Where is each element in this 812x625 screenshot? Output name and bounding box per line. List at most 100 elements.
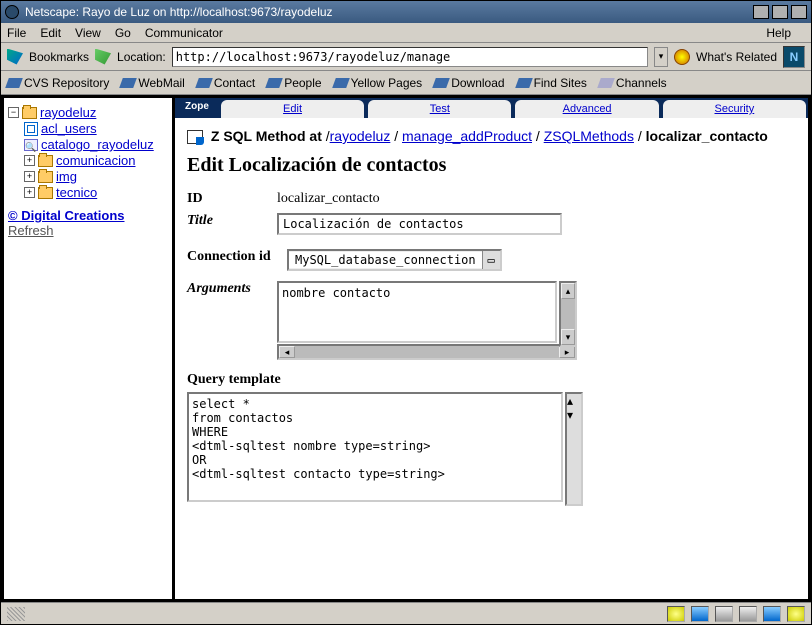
expand-icon[interactable]: +	[24, 155, 35, 166]
tree-item-label[interactable]: tecnico	[56, 185, 97, 200]
tab-advanced[interactable]: Advanced	[515, 100, 658, 118]
acl-icon	[24, 122, 38, 136]
scrollbar-vertical[interactable]: ▴▾	[565, 392, 583, 506]
menu-file[interactable]: File	[7, 26, 26, 40]
tab-security[interactable]: Security	[663, 100, 806, 118]
bookmark-icon	[195, 78, 213, 88]
status-icon[interactable]	[667, 606, 685, 622]
breadcrumb-link[interactable]: rayodeluz	[330, 128, 391, 144]
location-dropdown-button[interactable]: ▾	[654, 47, 668, 67]
tree-item-label[interactable]: acl_users	[41, 121, 97, 136]
quicklink-download[interactable]: Download	[434, 76, 504, 90]
query-template-label: Query template	[187, 372, 796, 388]
app-icon	[5, 5, 19, 19]
quicklink-people[interactable]: People	[267, 76, 321, 90]
connection-select[interactable]: MySQL_database_connection ▭	[287, 249, 502, 271]
query-template-textarea[interactable]: select * from contactos WHERE <dtml-sqlt…	[187, 392, 563, 502]
folder-icon	[38, 155, 53, 167]
folder-icon	[38, 187, 53, 199]
tab-bar: Zope Edit Test Advanced Security	[175, 98, 808, 118]
main-pane: Zope Edit Test Advanced Security Z SQL M…	[175, 98, 808, 599]
statusbar-grip	[7, 607, 25, 621]
tab-edit[interactable]: Edit	[221, 100, 364, 118]
id-label: ID	[187, 191, 277, 207]
tree-item-comunicacion[interactable]: + comunicacion	[8, 153, 168, 168]
menu-communicator[interactable]: Communicator	[145, 26, 223, 40]
status-icon[interactable]	[763, 606, 781, 622]
menu-help[interactable]: Help	[766, 26, 791, 40]
whats-related-icon[interactable]	[674, 49, 690, 65]
status-icon[interactable]	[691, 606, 709, 622]
location-icon	[95, 49, 111, 65]
breadcrumb-link[interactable]: manage_addProduct	[402, 128, 532, 144]
menu-edit[interactable]: Edit	[40, 26, 61, 40]
bookmark-icon	[515, 78, 533, 88]
breadcrumb-current: localizar_contacto	[646, 128, 768, 144]
location-input[interactable]	[172, 47, 648, 67]
tree-root[interactable]: − rayodeluz	[8, 105, 168, 120]
whats-related-label[interactable]: What's Related	[696, 50, 777, 64]
window-close-button[interactable]	[791, 5, 807, 19]
folder-icon	[38, 171, 53, 183]
bookmark-icon	[5, 78, 23, 88]
dropdown-icon[interactable]: ▭	[482, 251, 500, 269]
tree-pane: − rayodeluz acl_users catalogo_rayodeluz…	[4, 98, 172, 599]
tree-item-catalog[interactable]: catalogo_rayodeluz	[8, 137, 168, 152]
scrollbar-vertical[interactable]: ▴▾	[559, 281, 577, 347]
bookmarks-label[interactable]: Bookmarks	[29, 50, 89, 64]
titlebar: Netscape: Rayo de Luz on http://localhos…	[1, 1, 811, 23]
breadcrumb-prefix: Z SQL Method at	[211, 128, 326, 144]
expand-icon[interactable]: +	[24, 171, 35, 182]
breadcrumb-link[interactable]: ZSQLMethods	[544, 128, 634, 144]
connection-label: Connection id	[187, 249, 287, 265]
tab-test[interactable]: Test	[368, 100, 511, 118]
catalog-icon	[24, 139, 38, 151]
netscape-logo: N	[783, 46, 805, 68]
statusbar	[1, 602, 811, 624]
status-icon[interactable]	[739, 606, 757, 622]
channels-icon	[597, 78, 615, 88]
quicklink-webmail[interactable]: WebMail	[121, 76, 184, 90]
menu-go[interactable]: Go	[115, 26, 131, 40]
quicklink-yellowpages[interactable]: Yellow Pages	[334, 76, 423, 90]
window-maximize-button[interactable]	[772, 5, 788, 19]
quicklink-cvs[interactable]: CVS Repository	[7, 76, 109, 90]
personal-toolbar: CVS Repository WebMail Contact People Ye…	[1, 71, 811, 95]
location-label: Location:	[117, 50, 166, 64]
status-icon[interactable]	[715, 606, 733, 622]
connection-value: MySQL_database_connection	[289, 252, 482, 268]
title-label: Title	[187, 213, 277, 229]
tree-root-label[interactable]: rayodeluz	[40, 105, 96, 120]
expand-icon[interactable]: +	[24, 187, 35, 198]
title-input[interactable]	[277, 213, 562, 235]
tree-item-img[interactable]: + img	[8, 169, 168, 184]
bookmark-icon	[432, 78, 450, 88]
tree-item-acl[interactable]: acl_users	[8, 121, 168, 136]
menubar: File Edit View Go Communicator Help	[1, 23, 811, 43]
bookmarks-icon[interactable]	[7, 49, 23, 65]
window-minimize-button[interactable]	[753, 5, 769, 19]
collapse-icon[interactable]: −	[8, 107, 19, 118]
arguments-textarea[interactable]: nombre contacto	[277, 281, 557, 343]
page-title: Edit Localización de contactos	[187, 154, 796, 177]
tree-item-label[interactable]: catalogo_rayodeluz	[41, 137, 154, 152]
tree-item-label[interactable]: img	[56, 169, 77, 184]
bookmark-icon	[265, 78, 283, 88]
quicklink-findsites[interactable]: Find Sites	[517, 76, 587, 90]
folder-icon	[22, 107, 37, 119]
menu-view[interactable]: View	[75, 26, 101, 40]
refresh-link[interactable]: Refresh	[8, 223, 168, 238]
status-icon[interactable]	[787, 606, 805, 622]
quicklink-contact[interactable]: Contact	[197, 76, 255, 90]
bookmark-icon	[332, 78, 350, 88]
tree-item-label[interactable]: comunicacion	[56, 153, 136, 168]
quicklink-channels[interactable]: Channels	[599, 76, 667, 90]
arguments-label: Arguments	[187, 281, 277, 297]
digital-creations-link[interactable]: © Digital Creations	[8, 208, 168, 223]
breadcrumb: Z SQL Method at /rayodeluz / manage_addP…	[187, 128, 796, 144]
scrollbar-horizontal[interactable]: ◂▸	[277, 344, 577, 360]
bookmark-icon	[120, 78, 138, 88]
zope-logo: Zope	[175, 98, 219, 118]
tree-item-tecnico[interactable]: + tecnico	[8, 185, 168, 200]
window-title: Netscape: Rayo de Luz on http://localhos…	[25, 5, 333, 19]
